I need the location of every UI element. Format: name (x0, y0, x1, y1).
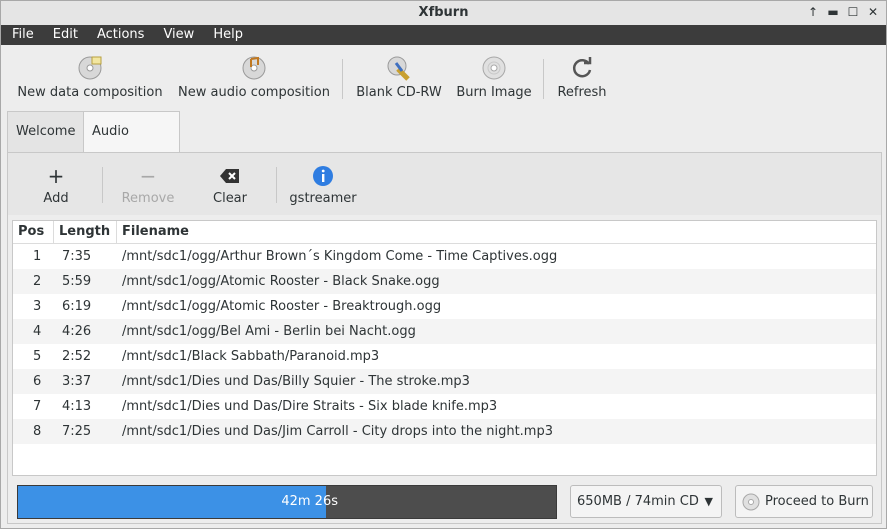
proceed-to-burn-button[interactable]: Proceed to Burn (735, 485, 873, 518)
track-pos: 6 (33, 374, 42, 389)
add-label: Add (43, 191, 69, 206)
track-row[interactable]: 3 6:19 /mnt/sdc1/ogg/Atomic Rooster - Br… (13, 294, 876, 319)
track-pos: 3 (33, 299, 42, 314)
column-length-header[interactable]: Length (59, 224, 110, 239)
chevron-down-icon: ▼ (704, 495, 713, 508)
menu-help[interactable]: Help (202, 25, 251, 45)
minimize-icon[interactable]: ▬ (826, 4, 840, 20)
add-button[interactable]: + Add (36, 165, 76, 206)
track-row[interactable]: 1 7:35 /mnt/sdc1/ogg/Arthur Brown´s King… (13, 244, 876, 269)
toolbar-separator (276, 167, 277, 203)
new-audio-composition-label: New audio composition (178, 85, 330, 100)
new-data-composition-label: New data composition (17, 85, 163, 100)
plus-icon: + (47, 164, 65, 188)
blank-cdrw-button[interactable]: Blank CD-RW (354, 55, 444, 100)
minus-icon: − (139, 164, 157, 188)
gstreamer-button[interactable]: gstreamer (288, 165, 358, 206)
track-pos: 4 (33, 324, 42, 339)
track-length: 4:26 (62, 324, 92, 339)
track-row[interactable]: 6 3:37 /mnt/sdc1/Dies und Das/Billy Squi… (13, 369, 876, 394)
track-length: 3:37 (62, 374, 92, 389)
new-data-composition-button[interactable]: New data composition (16, 55, 164, 100)
tab-audio-composition[interactable]: Audio composition 1 × (83, 111, 181, 220)
composition-toolbar: + Add − Remove Clear gstreamer (8, 153, 881, 215)
main-toolbar: New data composition New audio compositi… (1, 45, 886, 107)
audio-composition-panel: + Add − Remove Clear gstreamer Pos Lengt… (7, 152, 882, 524)
track-row[interactable]: 8 7:25 /mnt/sdc1/Dies und Das/Jim Carrol… (13, 419, 876, 444)
track-list[interactable]: Pos Length Filename 1 7:35 /mnt/sdc1/ogg… (12, 220, 877, 476)
refresh-button[interactable]: Refresh (554, 55, 610, 100)
remove-button[interactable]: − Remove (118, 165, 178, 206)
track-list-header: Pos Length Filename (13, 221, 876, 244)
status-area: 42m 26s 650MB / 74min CD ▼ Proceed to Bu… (8, 483, 881, 523)
track-filename: /mnt/sdc1/Black Sabbath/Paranoid.mp3 (122, 349, 380, 364)
disc-size-value: 650MB / 74min CD (577, 494, 699, 509)
clear-button[interactable]: Clear (210, 165, 250, 206)
column-divider (116, 221, 117, 243)
keep-above-icon[interactable]: ↑ (806, 4, 820, 20)
app-window: Xfburn ↑ ▬ ☐ ✕ File Edit Actions View He… (0, 0, 887, 529)
track-row[interactable]: 5 2:52 /mnt/sdc1/Black Sabbath/Paranoid.… (13, 344, 876, 369)
backspace-icon (220, 169, 239, 183)
column-filename-header[interactable]: Filename (122, 224, 189, 239)
track-length: 4:13 (62, 399, 92, 414)
track-length: 5:59 (62, 274, 92, 289)
title-bar[interactable]: Xfburn ↑ ▬ ☐ ✕ (1, 1, 886, 25)
burn-image-button[interactable]: Burn Image (454, 55, 534, 100)
track-pos: 5 (33, 349, 42, 364)
close-window-icon[interactable]: ✕ (866, 4, 880, 20)
info-icon (313, 166, 333, 186)
clear-label: Clear (213, 191, 247, 206)
toolbar-separator (102, 167, 103, 203)
burn-image-label: Burn Image (456, 85, 532, 100)
disc-usage-label: 42m 26s (281, 494, 338, 509)
track-filename: /mnt/sdc1/Dies und Das/Dire Straits - Si… (122, 399, 498, 414)
disc-usage-bar: 42m 26s (17, 485, 557, 519)
menu-view[interactable]: View (152, 25, 202, 45)
track-filename: /mnt/sdc1/Dies und Das/Billy Squier - Th… (122, 374, 470, 389)
gstreamer-label: gstreamer (289, 191, 357, 206)
column-pos-header[interactable]: Pos (18, 224, 44, 239)
track-filename: /mnt/sdc1/ogg/Bel Ami - Berlin bei Nacht… (122, 324, 416, 339)
track-row[interactable]: 4 4:26 /mnt/sdc1/ogg/Bel Ami - Berlin be… (13, 319, 876, 344)
burn-disc-icon (482, 56, 506, 80)
audio-disc-icon (242, 56, 266, 80)
track-pos: 7 (33, 399, 42, 414)
menu-edit[interactable]: Edit (42, 25, 86, 45)
track-length: 7:25 (62, 424, 92, 439)
track-filename: /mnt/sdc1/Dies und Das/Jim Carroll - Cit… (122, 424, 553, 439)
new-audio-composition-button[interactable]: New audio composition (176, 55, 332, 100)
track-length: 6:19 (62, 299, 92, 314)
disc-size-select[interactable]: 650MB / 74min CD ▼ (570, 485, 722, 518)
track-pos: 8 (33, 424, 42, 439)
track-length: 2:52 (62, 349, 92, 364)
track-pos: 1 (33, 249, 42, 264)
track-row[interactable]: 7 4:13 /mnt/sdc1/Dies und Das/Dire Strai… (13, 394, 876, 419)
menu-file[interactable]: File (1, 25, 42, 45)
tab-welcome-label: Welcome (16, 124, 76, 139)
data-disc-icon (78, 56, 102, 80)
remove-label: Remove (121, 191, 175, 206)
toolbar-separator (543, 59, 544, 99)
blank-cdrw-label: Blank CD-RW (356, 85, 442, 100)
track-filename: /mnt/sdc1/ogg/Arthur Brown´s Kingdom Com… (122, 249, 558, 264)
burn-disc-icon (742, 493, 760, 511)
proceed-to-burn-label: Proceed to Burn (765, 494, 869, 509)
track-filename: /mnt/sdc1/ogg/Atomic Rooster - Black Sna… (122, 274, 440, 289)
track-row[interactable]: 2 5:59 /mnt/sdc1/ogg/Atomic Rooster - Bl… (13, 269, 876, 294)
maximize-icon[interactable]: ☐ (846, 4, 860, 20)
track-filename: /mnt/sdc1/ogg/Atomic Rooster - Breaktrou… (122, 299, 442, 314)
track-pos: 2 (33, 274, 42, 289)
refresh-icon (572, 57, 592, 78)
column-divider (53, 221, 54, 243)
tab-welcome[interactable]: Welcome (7, 111, 85, 152)
refresh-label: Refresh (557, 85, 607, 100)
toolbar-separator (342, 59, 343, 99)
menu-bar: File Edit Actions View Help (1, 25, 886, 45)
window-title: Xfburn (418, 5, 469, 20)
track-length: 7:35 (62, 249, 92, 264)
menu-actions[interactable]: Actions (86, 25, 153, 45)
broom-icon (387, 56, 410, 81)
